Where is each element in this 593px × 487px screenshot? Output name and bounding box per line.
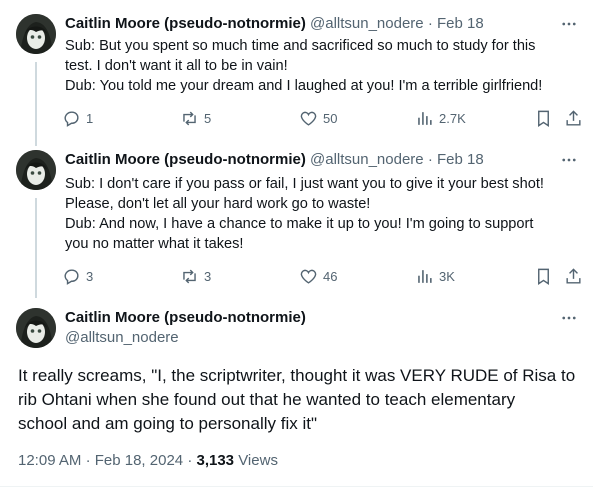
tweet[interactable]: Caitlin Moore (pseudo-notnormie) @alltsu… — [0, 14, 593, 148]
author-handle[interactable]: @alltsun_nodere — [310, 151, 424, 168]
more-icon[interactable] — [559, 150, 579, 170]
share-button[interactable] — [564, 266, 583, 286]
avatar[interactable] — [16, 308, 56, 348]
reply-count: 1 — [86, 110, 94, 126]
share-upload-icon — [566, 109, 581, 126]
repost-arrows-icon — [183, 111, 196, 125]
more-icon[interactable] — [559, 14, 579, 34]
tweet-text-line: Sub: I don't care if you pass or fail, I… — [65, 176, 544, 192]
action-bar: 3 3 46 3K — [62, 266, 583, 286]
reply-count: 3 — [86, 268, 94, 284]
author-handle[interactable]: @alltsun_nodere — [310, 15, 424, 32]
tweet-date[interactable]: Feb 18 — [437, 15, 484, 32]
views-count: 3,133 — [196, 452, 235, 469]
views-button[interactable]: 2.7K — [415, 108, 466, 128]
author-handle[interactable]: @alltsun_nodere — [65, 328, 179, 348]
bookmark-icon — [538, 110, 549, 127]
avatar[interactable] — [16, 150, 56, 190]
views-count: 2.7K — [439, 110, 466, 126]
tweet-text-line: rib Ohtani when she found out that he wa… — [18, 390, 516, 409]
bookmark-button[interactable] — [534, 266, 553, 286]
tweet-header: Caitlin Moore (pseudo-notnormie) @alltsu… — [65, 150, 553, 170]
views-count: 3K — [439, 268, 455, 284]
heart-icon — [300, 269, 317, 284]
tweet[interactable]: Caitlin Moore (pseudo-notnormie) @alltsu… — [0, 150, 593, 294]
like-count: 50 — [323, 110, 338, 126]
author-name[interactable]: Caitlin Moore (pseudo-notnormie) — [65, 151, 306, 168]
tweet-text-line: Please, don't let all your hard work go … — [65, 196, 371, 212]
tweet-text-line: Dub: You told me your dream and I laughe… — [65, 78, 543, 94]
separator: · — [427, 151, 433, 168]
like-count: 46 — [323, 268, 338, 284]
repost-count: 5 — [204, 110, 212, 126]
avatar[interactable] — [16, 14, 56, 54]
repost-count: 3 — [204, 268, 212, 284]
heart-icon — [300, 111, 317, 126]
bookmark-icon — [538, 268, 549, 285]
like-button[interactable]: 50 — [299, 108, 337, 128]
separator: · — [187, 452, 193, 469]
tweet-text-line: It really screams, "I, the scriptwriter,… — [18, 366, 576, 385]
main-tweet-text: It really screams, "I, the scriptwriter,… — [18, 364, 577, 436]
tweet-time[interactable]: 12:09 AM — [18, 452, 81, 469]
repost-button[interactable]: 3 — [180, 266, 211, 286]
speech-bubble-icon — [64, 110, 79, 127]
bookmark-button[interactable] — [534, 108, 553, 128]
tweet-date[interactable]: Feb 18 — [437, 151, 484, 168]
speech-bubble-icon — [64, 268, 79, 285]
repost-button[interactable]: 5 — [180, 108, 211, 128]
tweet-text-line: test. I don't want it all to be in vain! — [65, 58, 288, 74]
separator: · — [85, 452, 91, 469]
bar-chart-icon — [418, 269, 432, 283]
tweet-text-line: Dub: And now, I have a chance to make it… — [65, 216, 534, 232]
action-bar: 1 5 50 2.7K — [62, 108, 583, 128]
more-icon[interactable] — [559, 308, 579, 328]
share-button[interactable] — [564, 108, 583, 128]
tweet-header: Caitlin Moore (pseudo-notnormie) @alltsu… — [65, 14, 553, 34]
reply-button[interactable]: 1 — [62, 108, 93, 128]
share-upload-icon — [566, 267, 581, 284]
tweet-date[interactable]: Feb 18, 2024 — [95, 452, 183, 469]
tweet-metadata: 12:09 AM · Feb 18, 2024 · 3,133 Views — [18, 451, 278, 471]
repost-arrows-icon — [183, 269, 196, 283]
tweet-text: Sub: I don't care if you pass or fail, I… — [65, 174, 577, 254]
like-button[interactable]: 46 — [299, 266, 337, 286]
views-label: Views — [238, 452, 278, 469]
bar-chart-icon — [418, 111, 432, 125]
tweet-text-line: you no matter what it takes! — [65, 236, 244, 252]
separator: · — [427, 15, 433, 32]
tweet-text-line: school and am going to personally fix it… — [18, 414, 317, 433]
tweet-text: Sub: But you spent so much time and sacr… — [65, 36, 577, 96]
reply-button[interactable]: 3 — [62, 266, 93, 286]
tweet-text-line: Sub: But you spent so much time and sacr… — [65, 38, 536, 54]
views-button[interactable]: 3K — [415, 266, 455, 286]
author-name[interactable]: Caitlin Moore (pseudo-notnormie) — [65, 308, 306, 328]
author-name[interactable]: Caitlin Moore (pseudo-notnormie) — [65, 15, 306, 32]
main-tweet: Caitlin Moore (pseudo-notnormie) @alltsu… — [0, 306, 593, 487]
